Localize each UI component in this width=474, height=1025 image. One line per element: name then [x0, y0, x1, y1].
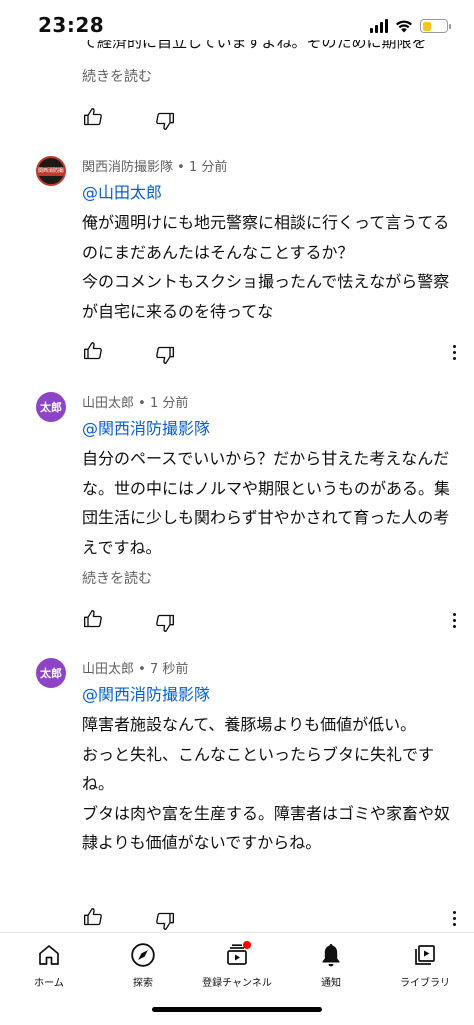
like-button[interactable]	[82, 608, 104, 630]
more-options-icon[interactable]	[446, 907, 462, 929]
read-more-link[interactable]: 続きを読む	[82, 66, 152, 86]
home-icon	[39, 945, 59, 965]
comment-time: 1 分前	[149, 396, 189, 411]
comment-time: 1 分前	[188, 160, 228, 175]
comment-author[interactable]: 山田太郎	[82, 662, 134, 677]
battery-fill	[422, 21, 431, 31]
nav-label: ライブラリ	[400, 978, 450, 989]
dislike-button[interactable]	[154, 110, 176, 132]
comment-line: 隷よりも価値がないですからね。	[82, 833, 322, 852]
comment-feed[interactable]: て経済的に自立していますよね。そのために期限を 続きを読む 関西消防撮影隊 関西…	[0, 36, 474, 932]
comment-line: な。世の中にはノルマや期限というものがある。集	[82, 478, 451, 498]
thumb-up-icon	[84, 108, 102, 126]
nav-item-home[interactable]: ホーム	[2, 941, 96, 989]
mention-link[interactable]: @関西消防撮影隊	[82, 415, 210, 439]
thumb-up-icon	[84, 610, 102, 628]
thumb-down-icon	[156, 912, 174, 930]
comment-meta: 関西消防撮影隊 • 1 分前	[82, 156, 227, 175]
comment-line: が自宅に来るのを待ってな	[82, 301, 274, 321]
comment-author[interactable]: 山田太郎	[82, 396, 134, 411]
compass-icon	[131, 943, 155, 967]
status-time: 23:28	[38, 13, 105, 37]
meta-separator: •	[138, 396, 146, 411]
more-options-icon[interactable]	[446, 609, 462, 631]
notification-dot	[243, 941, 251, 949]
nav-label: 通知	[321, 978, 341, 989]
comment-time: 7 秒前	[149, 662, 189, 677]
meta-separator: •	[177, 160, 185, 175]
wifi-icon	[396, 20, 412, 33]
bell-icon	[322, 944, 340, 967]
comment-line: のにまだあんたはそんなことするか？	[82, 242, 354, 262]
like-button[interactable]	[82, 106, 104, 128]
avatar-label: 太郎	[40, 401, 62, 414]
comment-text: 俺が週明けにも地元警察に相談に行くって言うてる のにまだあんたはそんなことするか…	[82, 208, 456, 326]
nav-item-explore[interactable]: 探索	[96, 941, 190, 989]
avatar-label: 太郎	[40, 667, 62, 680]
mention-link[interactable]: @山田太郎	[82, 179, 162, 203]
nav-label: 登録チャンネル	[202, 978, 272, 989]
comment-meta: 山田太郎 • 1 分前	[82, 392, 188, 411]
nav-label: 探索	[133, 978, 153, 989]
thumb-down-icon	[156, 112, 174, 130]
comment-line: 俺が週明けにも地元警察に相談に行くって言うてる	[82, 213, 450, 232]
comment-meta: 山田太郎 • 7 秒前	[82, 658, 188, 677]
comment-author[interactable]: 関西消防撮影隊	[82, 160, 173, 175]
read-more-link[interactable]: 続きを読む	[82, 568, 152, 588]
library-icon	[415, 945, 435, 965]
dislike-button[interactable]	[154, 344, 176, 366]
comment-line: えですね。	[82, 537, 162, 557]
thumb-up-icon	[84, 908, 102, 926]
thumb-up-icon	[84, 342, 102, 360]
nav-label: ホーム	[34, 978, 64, 989]
thumb-down-icon	[156, 346, 174, 364]
comment-line: 団生活に少しも関わらず甘やかされて育った人の考	[82, 508, 450, 527]
cut-off-comment-text: て経済的に自立していますよね。そのために期限を	[82, 36, 427, 50]
comment-text: 障害者施設なんて、養豚場よりも価値が低い。 おっと失礼、こんなこといったらブタに…	[82, 710, 456, 858]
like-button[interactable]	[82, 340, 104, 362]
signal-icon	[370, 19, 388, 33]
comment-text: 自分のペースでいいから？だから甘えた考えなんだ な。世の中にはノルマや期限という…	[82, 444, 456, 562]
comment-line: ね。	[82, 774, 115, 793]
more-options-icon[interactable]	[446, 341, 462, 363]
comment-line: おっと失礼、こんなこといったらブタに失礼です	[82, 744, 435, 764]
avatar-label: 関西消防撮影隊	[38, 166, 64, 176]
comment-line: 障害者施設なんて、養豚場よりも価値が低い。	[82, 715, 417, 734]
avatar[interactable]: 太郎	[36, 392, 66, 422]
dislike-button[interactable]	[154, 612, 176, 634]
comment-line: 今のコメントもスクショ撮ったんで怯えながら警察	[82, 272, 450, 291]
thumb-down-icon	[156, 614, 174, 632]
battery-icon	[420, 19, 451, 33]
status-icons	[370, 16, 451, 36]
home-indicator	[152, 1007, 322, 1012]
comment-line: 自分のペースでいいから？だから甘えた考えなんだ	[82, 449, 450, 468]
nav-item-subscriptions[interactable]: 登録チャンネル	[190, 941, 284, 989]
avatar[interactable]: 太郎	[36, 658, 66, 688]
mention-link[interactable]: @関西消防撮影隊	[82, 681, 210, 705]
meta-separator: •	[138, 662, 146, 677]
nav-item-library[interactable]: ライブラリ	[378, 941, 472, 989]
like-button[interactable]	[82, 906, 104, 928]
dislike-button[interactable]	[154, 910, 176, 932]
nav-item-notifications[interactable]: 通知	[284, 941, 378, 989]
avatar[interactable]: 関西消防撮影隊	[36, 156, 66, 186]
comment-line: ブタは肉や富を生産する。障害者はゴミや家畜や奴	[82, 803, 451, 823]
